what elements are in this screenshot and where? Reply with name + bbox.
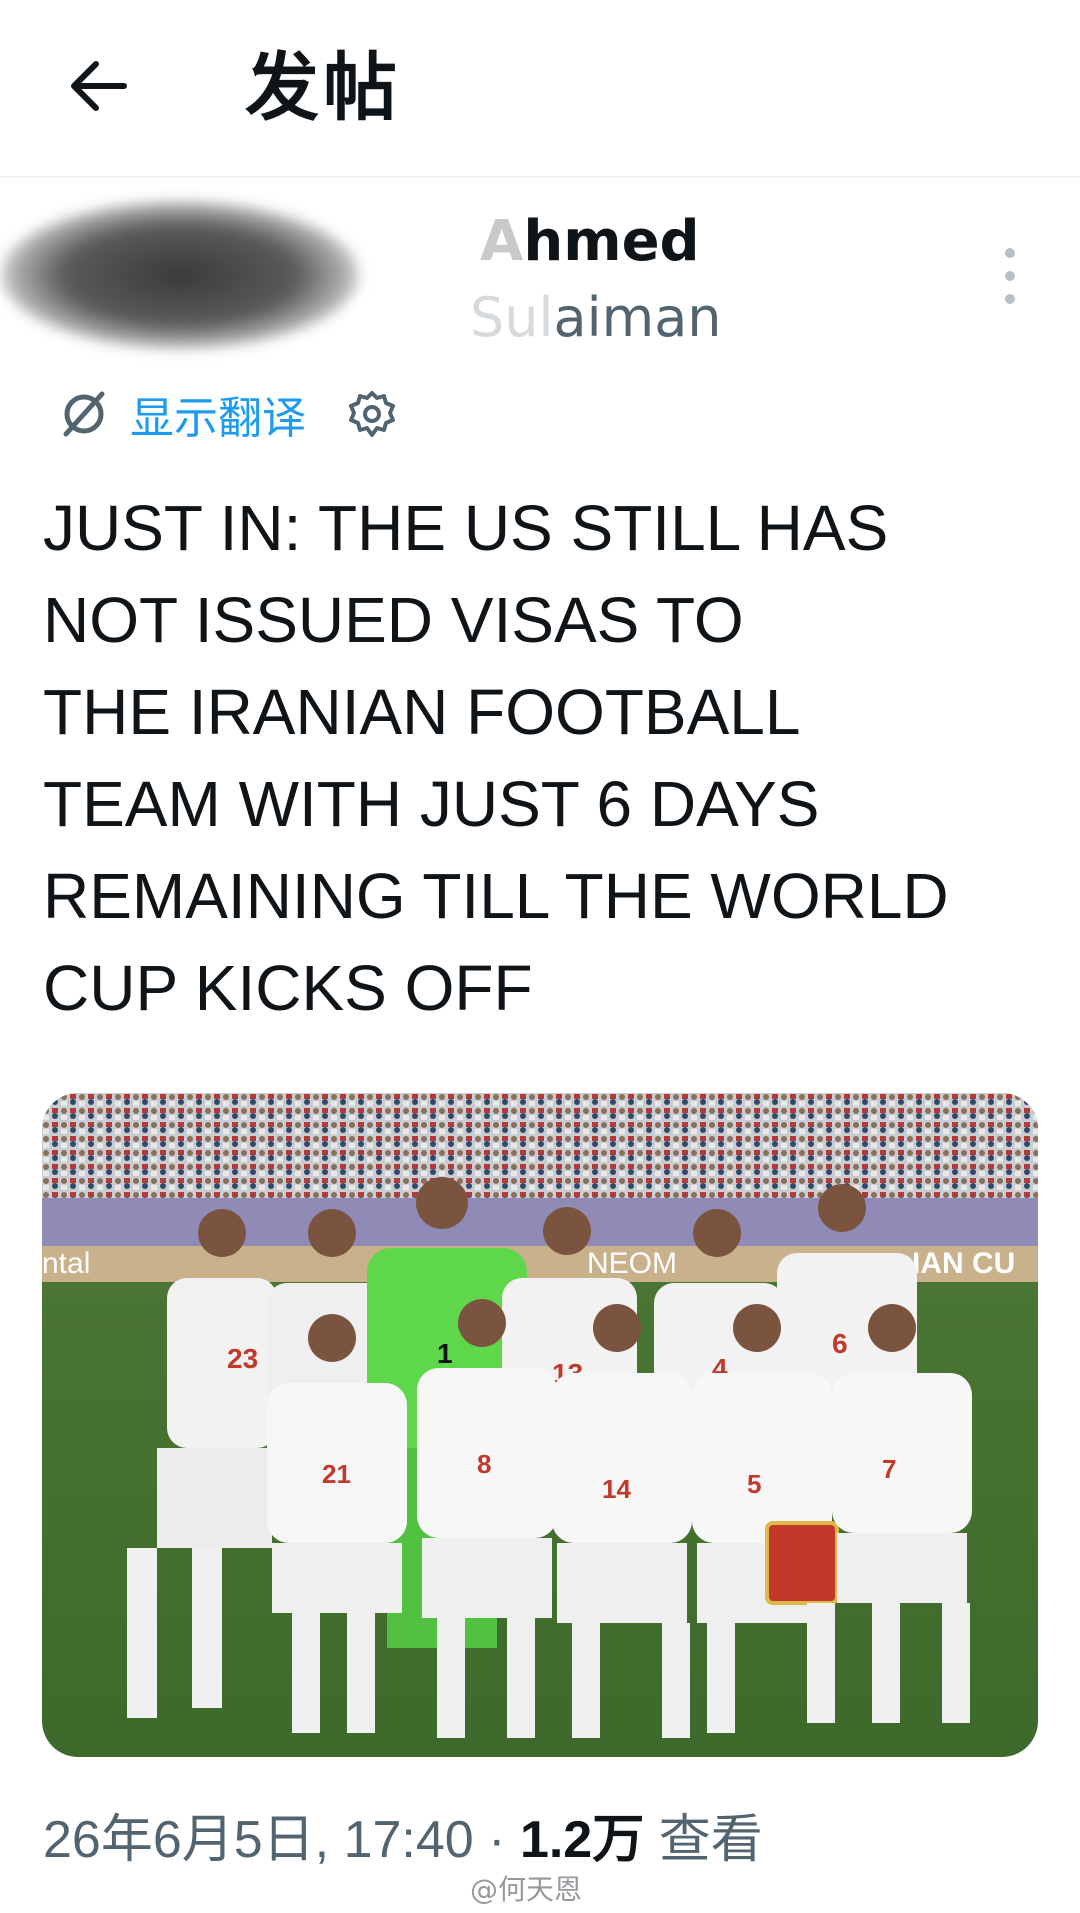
- jersey-number: 1: [437, 1338, 453, 1369]
- stadium-banner-text: NEOM: [587, 1247, 677, 1280]
- views-label: 查看: [658, 1811, 763, 1869]
- author-name-obscured: A: [480, 209, 524, 274]
- jersey-number: 7: [882, 1454, 896, 1484]
- translation-settings-button[interactable]: [348, 390, 396, 438]
- jersey-number: 5: [747, 1469, 761, 1499]
- watermark: @何天恩: [470, 1873, 583, 1906]
- top-bar: 发帖: [0, 0, 1080, 178]
- gear-icon: [349, 391, 395, 437]
- author-handle-visible: aiman: [553, 286, 722, 349]
- stadium-banner-text: IAN CU: [912, 1247, 1015, 1280]
- post-meta: 26年6月5日, 17:40 · 1.2万 查看: [43, 1808, 763, 1872]
- page-title: 发帖: [245, 45, 401, 131]
- translate-row: 显示翻译: [58, 386, 396, 444]
- author-display-name[interactable]: Ahmed: [480, 210, 700, 274]
- jersey-number: 6: [832, 1328, 848, 1359]
- stadium-banner-text: ntal: [42, 1247, 90, 1280]
- meta-separator: ·: [488, 1811, 506, 1869]
- jersey-number: 8: [477, 1449, 491, 1479]
- post-photo[interactable]: ntal NEOM IAN CU 23 1 13 4 6 21 8 14 5 7: [42, 1093, 1038, 1757]
- more-dot-icon: [1005, 271, 1015, 281]
- team-photo-image: ntal NEOM IAN CU 23 1 13 4 6 21 8 14 5 7: [42, 1093, 1038, 1757]
- jersey-number: 14: [602, 1474, 631, 1504]
- translate-label: 显示翻译: [130, 393, 306, 444]
- translate-icon: [58, 388, 110, 440]
- show-translation-button[interactable]: 显示翻译: [58, 382, 306, 446]
- views-count: 1.2万: [519, 1811, 645, 1869]
- post-timestamp[interactable]: 26年6月5日, 17:40: [43, 1811, 474, 1869]
- back-button[interactable]: [58, 46, 138, 126]
- author-name-visible: hmed: [523, 209, 700, 274]
- more-options-button[interactable]: [990, 248, 1030, 304]
- more-dot-icon: [1005, 248, 1015, 258]
- jersey-number: 21: [322, 1459, 351, 1489]
- post-text: JUST IN: THE US STILL HAS NOT ISSUED VIS…: [43, 492, 949, 1024]
- jersey-number: 23: [227, 1343, 258, 1374]
- arrow-left-icon: [71, 61, 127, 111]
- avatar[interactable]: [0, 200, 360, 350]
- author-handle-obscured: Sul: [470, 286, 554, 349]
- more-dot-icon: [1005, 294, 1015, 304]
- author-handle[interactable]: Sulaiman: [470, 286, 722, 350]
